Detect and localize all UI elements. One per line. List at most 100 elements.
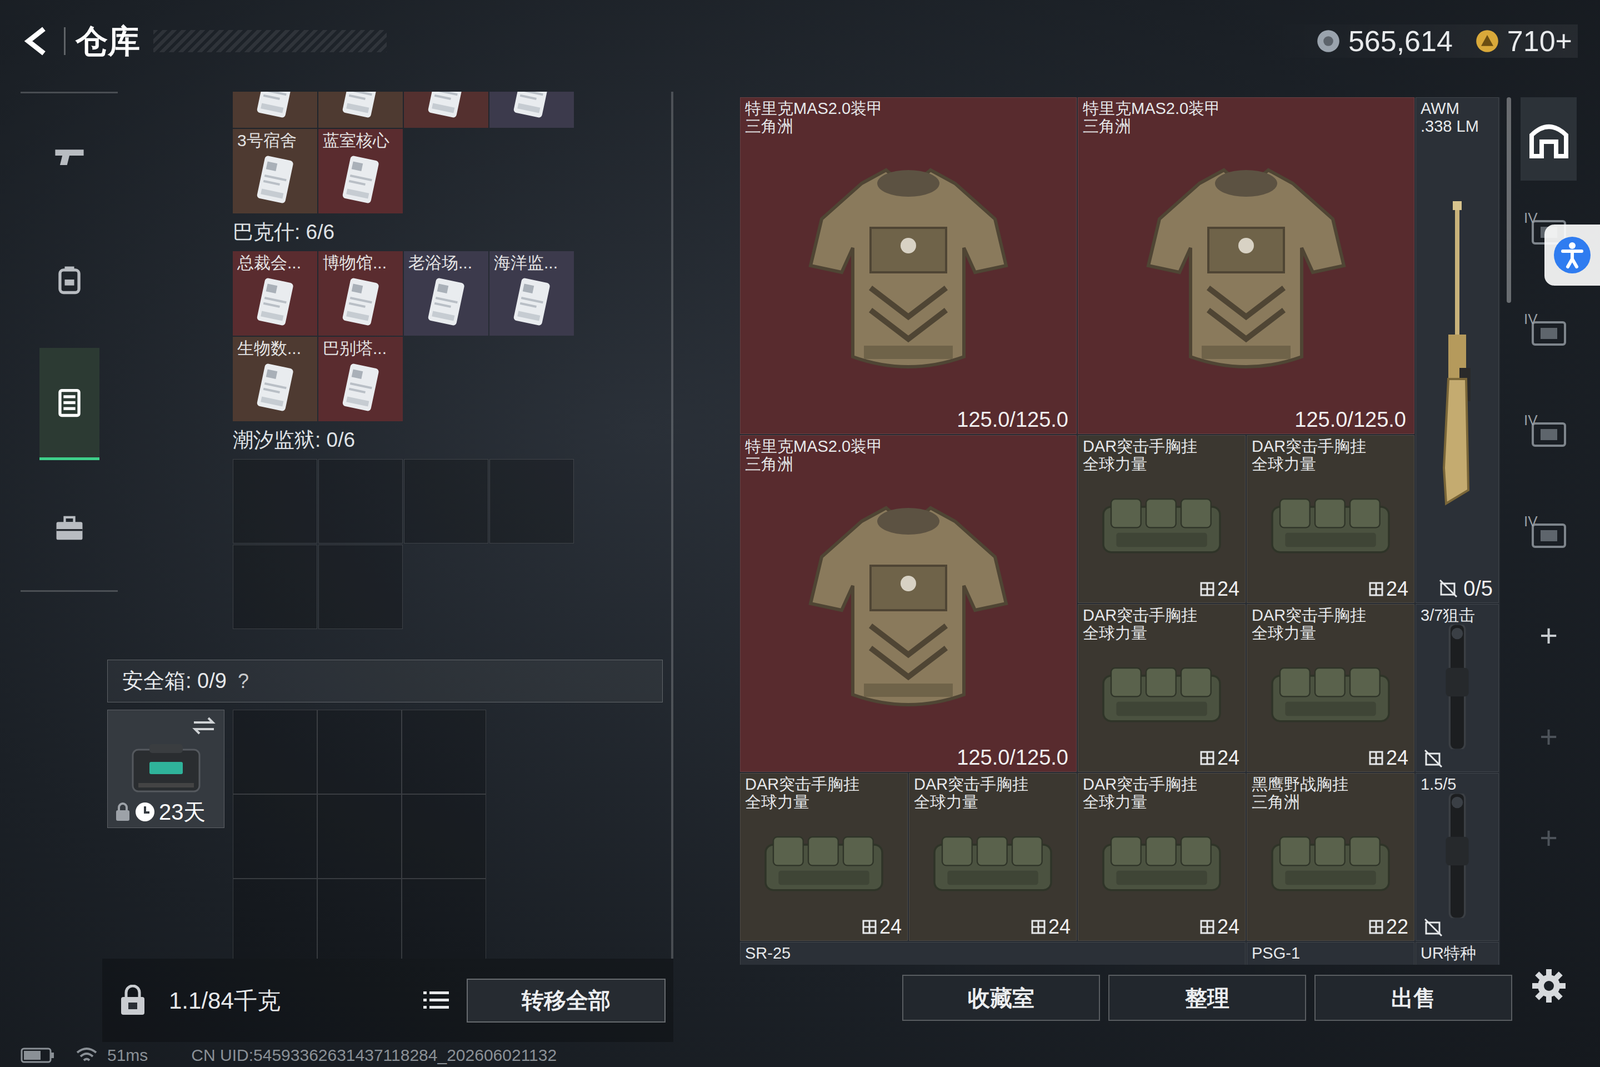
stash-item[interactable]: DAR突击手胸挂全球力量24 <box>740 772 908 941</box>
rail-tier-slot[interactable]: IV <box>1520 483 1577 585</box>
keycard-icon <box>337 152 384 208</box>
rig-image <box>1263 487 1398 565</box>
key-card[interactable] <box>403 91 489 128</box>
stash-item[interactable]: 黑鹰野战胸挂三角洲22 <box>1246 772 1415 941</box>
key-card[interactable] <box>489 91 574 128</box>
key-slot[interactable] <box>489 458 574 544</box>
stash-item[interactable]: DAR突击手胸挂全球力量24 <box>1246 435 1415 603</box>
safe-slot[interactable] <box>317 878 402 959</box>
keycard-icon <box>337 360 384 416</box>
sidebar-item[interactable] <box>39 223 100 336</box>
rail-home[interactable] <box>1520 97 1577 181</box>
scope-image <box>1437 793 1477 918</box>
coin-icon <box>1316 28 1341 54</box>
key-card[interactable]: 老浴场... <box>403 251 489 336</box>
keycard-icon <box>337 274 384 330</box>
rail-add-slot[interactable]: + <box>1520 787 1577 889</box>
safe-slot[interactable] <box>401 878 487 959</box>
capacity-icon <box>1199 581 1215 597</box>
stash-item[interactable]: PSG-1 <box>1246 941 1415 965</box>
rig-image <box>926 825 1060 903</box>
list-button[interactable] <box>417 981 455 1019</box>
stash-item[interactable]: 3/7狙击 <box>1415 603 1499 772</box>
wifi-icon <box>76 1046 98 1064</box>
safe-case-icon <box>127 738 205 800</box>
stash-item[interactable]: 特里克MAS2.0装甲三角洲125.0/125.0 <box>1077 97 1415 434</box>
stash-item[interactable]: DAR突击手胸挂全球力量24 <box>908 772 1077 941</box>
safe-slot[interactable] <box>232 878 318 959</box>
stash-item[interactable]: UR特种 <box>1415 941 1499 965</box>
key-card[interactable] <box>232 91 318 128</box>
key-slot[interactable] <box>318 544 403 629</box>
keycard-icon <box>251 91 299 123</box>
key-card[interactable]: 海洋监... <box>489 251 574 336</box>
key-slot[interactable] <box>232 544 318 629</box>
scope-image <box>1437 624 1477 749</box>
capacity-icon <box>1199 918 1215 935</box>
lock-icon <box>114 801 132 822</box>
stash-item[interactable]: AWM.338 LM0/5 <box>1415 97 1499 603</box>
key-card[interactable]: 蓝室核心 <box>318 128 403 214</box>
scrollbar[interactable] <box>1506 97 1512 303</box>
safe-slot[interactable] <box>232 793 318 879</box>
armor-image <box>797 150 1020 395</box>
keycard-icon <box>422 274 470 330</box>
sidebar-item[interactable] <box>39 471 100 584</box>
key-card[interactable]: 博物馆... <box>318 251 403 336</box>
swap-icon[interactable] <box>191 715 217 736</box>
stash-item[interactable]: 特里克MAS2.0装甲三角洲125.0/125.0 <box>740 97 1077 434</box>
settings-gear-icon[interactable] <box>1530 967 1568 1004</box>
no-mark-icon <box>1438 578 1458 598</box>
sidebar-item[interactable] <box>39 347 100 460</box>
stash-panel: 特里克MAS2.0装甲三角洲125.0/125.0特里克MAS2.0装甲三角洲1… <box>740 81 1513 1043</box>
action-button[interactable]: 出售 <box>1314 974 1513 1021</box>
capacity-icon <box>1368 581 1384 597</box>
safe-slot[interactable] <box>401 793 487 879</box>
safe-slot[interactable] <box>317 793 402 879</box>
stash-item[interactable]: DAR突击手胸挂全球力量24 <box>1077 435 1246 603</box>
key-card[interactable]: 3号宿舍 <box>232 128 318 214</box>
no-mark-icon <box>1423 748 1443 768</box>
action-button[interactable]: 整理 <box>1108 974 1307 1021</box>
back-icon[interactable] <box>20 24 54 58</box>
safe-slot[interactable] <box>401 709 487 794</box>
stash-item[interactable]: SR-25 <box>740 941 1246 965</box>
rail-add-slot[interactable]: + <box>1520 585 1577 687</box>
key-card[interactable]: 总裁会... <box>232 251 318 336</box>
keycard-icon <box>508 91 555 123</box>
accessibility-icon <box>1552 235 1592 275</box>
key-card[interactable] <box>318 91 403 128</box>
rig-image <box>1263 825 1398 903</box>
currency-bar: 565,614710+ <box>1271 24 1578 58</box>
key-slot[interactable] <box>403 458 489 544</box>
stash-item[interactable]: DAR突击手胸挂全球力量24 <box>1246 603 1415 772</box>
key-slot[interactable] <box>318 458 403 544</box>
rail-tier-slot[interactable]: IV <box>1520 382 1577 484</box>
stash-item[interactable]: DAR突击手胸挂全球力量24 <box>1077 603 1246 772</box>
key-card[interactable]: 生物数... <box>232 336 318 422</box>
transfer-all-button[interactable]: 转移全部 <box>466 978 666 1023</box>
inventory-scroll: 3号宿舍蓝室核心巴克什: 6/6总裁会...博物馆...老浴场...海洋监...… <box>102 91 674 959</box>
key-card[interactable]: 巴别塔... <box>318 336 403 422</box>
safe-box-item[interactable]: 23天 <box>107 709 225 828</box>
action-button[interactable]: 收藏室 <box>902 974 1100 1021</box>
capacity-icon <box>1030 918 1047 935</box>
armor-image <box>1135 150 1358 395</box>
no-mark-icon <box>1423 917 1443 937</box>
stash-item[interactable]: DAR突击手胸挂全球力量24 <box>1077 772 1246 941</box>
backpack-icon <box>51 261 88 298</box>
stash-item[interactable]: 1.5/5 <box>1415 772 1499 941</box>
sidebar-item[interactable] <box>39 99 100 212</box>
safe-slot[interactable] <box>317 709 402 794</box>
capacity-icon <box>1368 750 1384 766</box>
key-slot[interactable] <box>232 458 318 544</box>
keycard-icon <box>337 91 384 123</box>
rig-image <box>1095 656 1229 734</box>
briefcase-icon <box>51 510 88 546</box>
rail-add-slot[interactable]: + <box>1520 686 1577 788</box>
rail-tier-slot[interactable]: IV <box>1520 281 1577 383</box>
accessibility-button[interactable] <box>1544 224 1600 286</box>
help-icon[interactable]: ? <box>237 666 249 697</box>
stash-item[interactable]: 特里克MAS2.0装甲三角洲125.0/125.0 <box>740 435 1077 772</box>
safe-slot[interactable] <box>232 709 318 794</box>
